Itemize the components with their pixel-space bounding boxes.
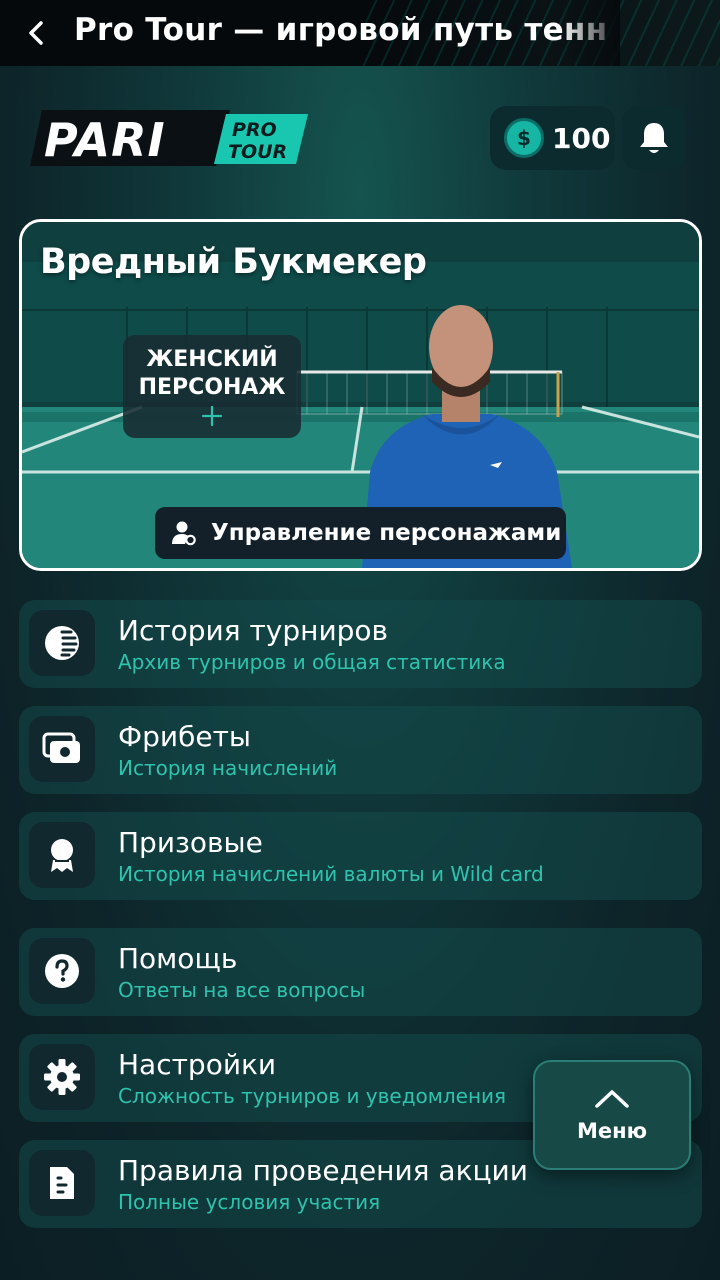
help-icon <box>45 954 79 988</box>
chevron-up-icon <box>595 1090 629 1108</box>
rules-icon <box>50 1167 74 1199</box>
menu-button-label: Меню <box>576 1119 648 1143</box>
logo-badge-line1: PRO <box>232 119 277 141</box>
prize-icon <box>51 839 73 872</box>
menu-icon-box <box>29 938 95 1004</box>
menu-icon-box <box>29 1150 95 1216</box>
pari-pro-tour-logo: PARI PRO TOUR <box>30 108 310 170</box>
menu-item-title: История турниров <box>118 614 389 647</box>
settings-icon <box>44 1059 80 1095</box>
female-slot-label: ЖЕНСКИЙ ПЕРСОНАЖ <box>138 346 286 400</box>
menu-icon-box <box>29 1044 95 1110</box>
user-settings-icon <box>172 521 196 546</box>
menu-item-subtitle: Полные условия участия <box>118 1190 381 1214</box>
chevron-left-icon <box>29 21 43 45</box>
plus-icon <box>201 405 223 426</box>
menu-item-subtitle: Ответы на все вопросы <box>118 978 366 1002</box>
page-title: Pro Tour — игровой путь тенн <box>74 12 608 48</box>
menu-item-title: Помощь <box>118 942 238 975</box>
menu-icon-box <box>29 716 95 782</box>
menu-item-prizes[interactable]: Призовые История начислений валюты и Wil… <box>19 812 702 900</box>
menu-button[interactable]: Меню <box>533 1060 691 1170</box>
menu-item-subtitle: История начислений валюты и Wild card <box>118 862 544 886</box>
menu-item-tournament-history[interactable]: История турниров Архив турниров и общая … <box>19 600 702 688</box>
manage-characters-button[interactable]: Управление персонажами <box>155 507 566 559</box>
menu-item-title: Правила проведения акции <box>118 1154 528 1187</box>
menu-item-freebets[interactable]: Фрибеты История начислений <box>19 706 702 794</box>
title-fade <box>560 0 620 66</box>
back-button[interactable] <box>14 10 60 56</box>
character-name: Вредный Букмекер <box>40 242 427 282</box>
history-icon <box>45 626 79 660</box>
menu-item-subtitle: Архив турниров и общая статистика <box>118 650 506 674</box>
menu-item-subtitle: История начислений <box>118 756 338 780</box>
coin-balance[interactable]: $ 100 <box>490 106 615 170</box>
menu-item-title: Призовые <box>118 826 263 859</box>
manage-characters-label: Управление персонажами <box>211 520 562 546</box>
bell-icon <box>640 123 668 153</box>
notifications-button[interactable] <box>622 106 686 170</box>
logo-badge-line2: TOUR <box>228 141 287 163</box>
menu-icon-box <box>29 822 95 888</box>
menu-item-subtitle: Сложность турниров и уведомления <box>118 1084 507 1108</box>
coin-icon: $ <box>504 118 544 158</box>
menu-item-help[interactable]: Помощь Ответы на все вопросы <box>19 928 702 1016</box>
menu-icon-box <box>29 610 95 676</box>
logo-text: PARI <box>44 113 166 167</box>
coin-value: 100 <box>552 121 611 155</box>
character-card[interactable]: Вредный Букмекер ЖЕНСКИЙ ПЕРСОНАЖ Управл… <box>19 219 702 571</box>
freebets-icon <box>42 732 80 763</box>
menu-item-title: Фрибеты <box>118 720 251 753</box>
top-bar: Pro Tour — игровой путь тенн <box>0 0 720 66</box>
menu-item-title: Настройки <box>118 1048 277 1081</box>
add-female-character-button[interactable]: ЖЕНСКИЙ ПЕРСОНАЖ <box>123 335 301 438</box>
